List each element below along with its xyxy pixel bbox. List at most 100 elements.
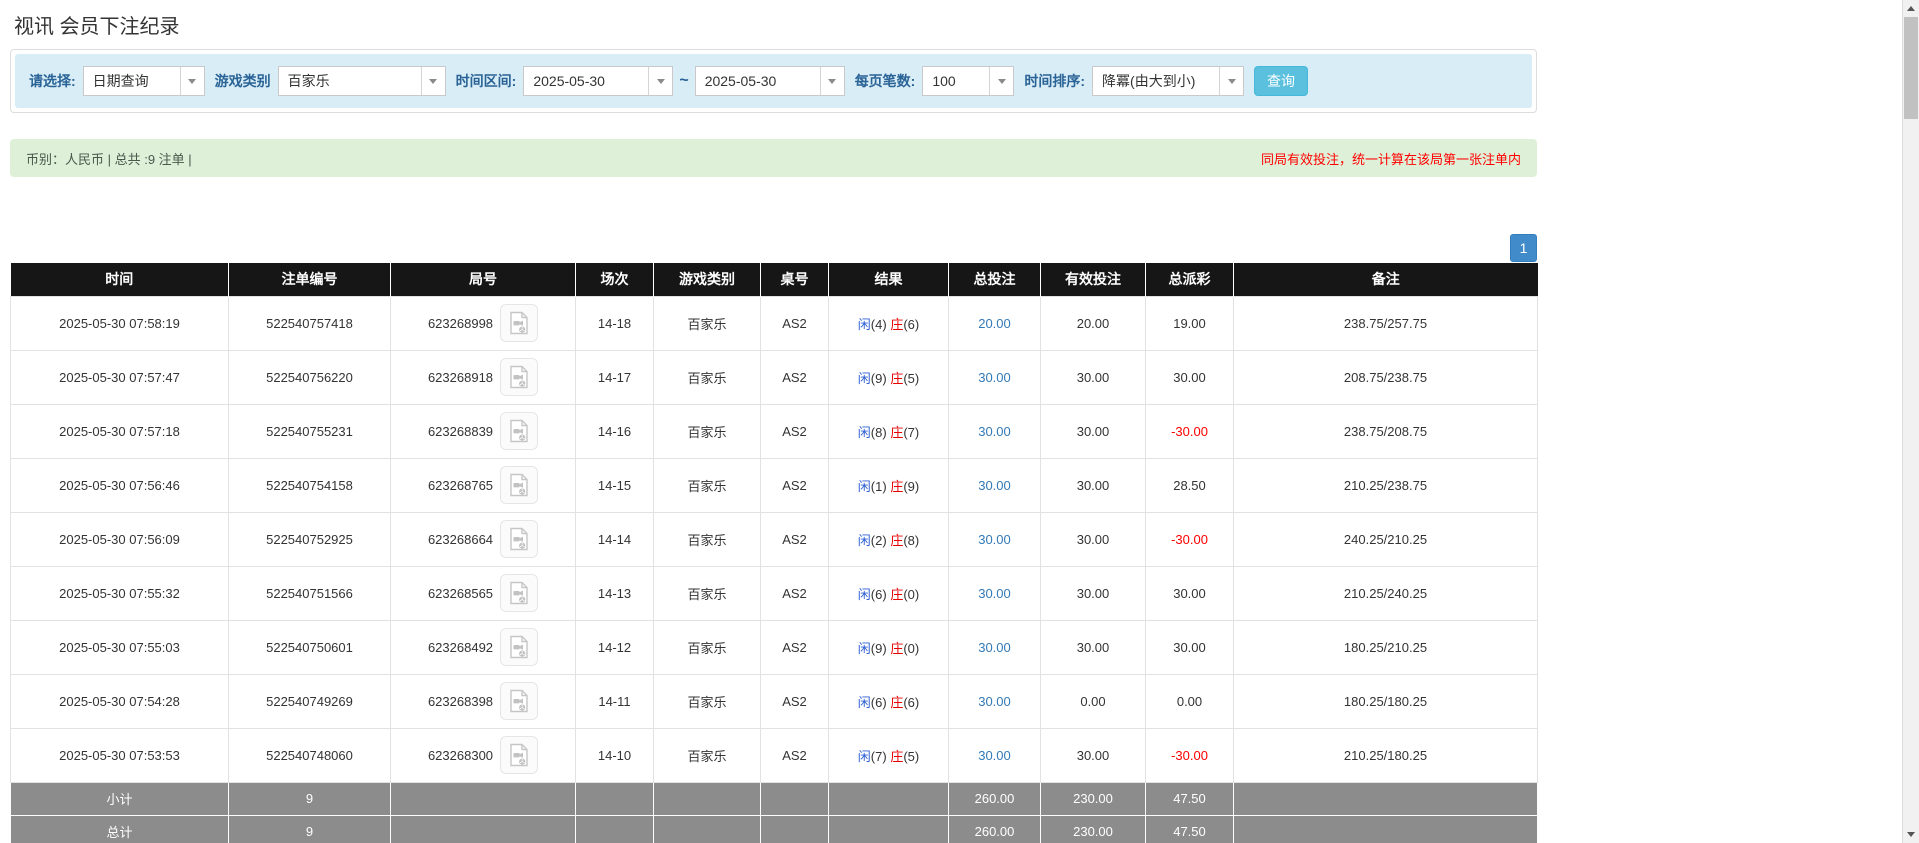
result-banker-score: (0) [903,641,919,656]
cell-session: 14-16 [576,404,654,458]
total-bet-link[interactable]: 20.00 [978,316,1011,331]
cell-result: 闲(6) 庄(6) [829,674,949,728]
result-player-label: 闲 [858,479,871,494]
chevron-down-icon[interactable] [1219,67,1243,95]
video-replay-button[interactable] [500,574,538,612]
total-bet-link[interactable]: 30.00 [978,748,1011,763]
cell-total-bet: 20.00 [949,296,1041,350]
cell-result: 闲(4) 庄(6) [829,296,949,350]
cell-time: 2025-05-30 07:56:46 [11,458,229,512]
video-replay-button[interactable] [500,466,538,504]
table-row: 2025-05-30 07:55:32522540751566623268565… [11,566,1538,620]
summary-bar: 币别：人民币 | 总共 :9 注单 | 同局有效投注，统一计算在该局第一张注单内 [10,139,1537,177]
video-file-icon [508,365,530,389]
pagination: 1 [10,234,1537,262]
cell-game-type: 百家乐 [654,512,761,566]
page-button-1[interactable]: 1 [1510,234,1537,262]
query-type-label: 请选择: [29,71,76,91]
result-player-score: (8) [871,425,887,440]
scroll-up-button[interactable] [1903,0,1919,17]
search-button[interactable]: 查询 [1254,66,1308,96]
cell-valid-bet: 30.00 [1041,350,1146,404]
result-banker-score: (0) [903,587,919,602]
video-replay-button[interactable] [500,628,538,666]
game-type-label: 游戏类别 [215,71,271,91]
cell-game-type: 百家乐 [654,566,761,620]
cell-session: 14-13 [576,566,654,620]
date-to-select[interactable]: 2025-05-30 [695,66,845,96]
cell-note: 240.25/210.25 [1234,512,1538,566]
scrollbar-thumb[interactable] [1904,17,1918,119]
chevron-down-icon[interactable] [648,67,672,95]
cell-note: 238.75/208.75 [1234,404,1538,458]
cell-valid-bet: 30.00 [1041,728,1146,782]
cell-note: 238.75/257.75 [1234,296,1538,350]
query-type-select[interactable]: 日期查询 [83,66,205,96]
video-replay-button[interactable] [500,412,538,450]
cell-note: 210.25/238.75 [1234,458,1538,512]
result-banker-score: (5) [903,371,919,386]
cell-round-id: 623268839 [391,404,576,458]
cell-valid-bet: 30.00 [1041,404,1146,458]
page-size-value: 100 [923,67,989,95]
result-banker-label: 庄 [890,587,903,602]
cell-bet-id: 522540751566 [229,566,391,620]
chevron-down-icon[interactable] [989,67,1013,95]
cell-total-bet: 30.00 [949,350,1041,404]
total-bet-link[interactable]: 30.00 [978,478,1011,493]
result-player-label: 闲 [858,317,871,332]
cell-note: 210.25/180.25 [1234,728,1538,782]
video-replay-button[interactable] [500,520,538,558]
cell-game-type: 百家乐 [654,728,761,782]
total-bet-link[interactable]: 30.00 [978,694,1011,709]
result-player-label: 闲 [858,425,871,440]
currency-total-text: 币别：人民币 | 总共 :9 注单 | [26,149,192,168]
cell-valid-bet: 30.00 [1041,566,1146,620]
cell-payout: -30.00 [1146,512,1234,566]
round-number: 623268398 [428,694,493,709]
cell-result: 闲(6) 庄(0) [829,566,949,620]
scroll-down-button[interactable] [1903,826,1919,843]
video-file-icon [508,743,530,767]
column-header: 局号 [391,263,576,296]
cell-table-id: AS2 [761,458,829,512]
column-header: 时间 [11,263,229,296]
time-sort-select[interactable]: 降冪(由大到小) [1092,66,1244,96]
cell-total-bet: 30.00 [949,674,1041,728]
game-type-select[interactable]: 百家乐 [278,66,446,96]
column-header: 总投注 [949,263,1041,296]
page-size-select[interactable]: 100 [922,66,1014,96]
video-replay-button[interactable] [500,304,538,342]
vertical-scrollbar[interactable] [1902,0,1919,843]
result-banker-score: (6) [903,317,919,332]
video-file-icon [508,527,530,551]
total-bet-link[interactable]: 30.00 [978,370,1011,385]
result-banker-score: (8) [903,533,919,548]
date-to-value: 2025-05-30 [696,67,820,95]
valid-bet-notice: 同局有效投注，统一计算在该局第一张注单内 [1261,149,1521,168]
chevron-down-icon[interactable] [180,67,204,95]
total-bet-link[interactable]: 30.00 [978,424,1011,439]
video-replay-button[interactable] [500,736,538,774]
total-bet-link[interactable]: 30.00 [978,532,1011,547]
total-bet-link[interactable]: 30.00 [978,640,1011,655]
chevron-down-icon[interactable] [421,67,445,95]
result-banker-label: 庄 [890,533,903,548]
date-from-select[interactable]: 2025-05-30 [523,66,673,96]
table-row: 2025-05-30 07:56:46522540754158623268765… [11,458,1538,512]
round-number: 623268300 [428,748,493,763]
round-number: 623268664 [428,532,493,547]
cell-table-id: AS2 [761,674,829,728]
scroll-up-icon [1907,6,1915,11]
cell-time: 2025-05-30 07:57:18 [11,404,229,458]
cell-total-bet: 30.00 [949,728,1041,782]
page-title: 视讯 会员下注纪录 [10,0,1537,49]
video-replay-button[interactable] [500,358,538,396]
cell-payout: 30.00 [1146,350,1234,404]
chevron-down-icon[interactable] [820,67,844,95]
video-replay-button[interactable] [500,682,538,720]
cell-table-id: AS2 [761,296,829,350]
total-bet-link[interactable]: 30.00 [978,586,1011,601]
cell-session: 14-15 [576,458,654,512]
result-player-score: (9) [871,371,887,386]
